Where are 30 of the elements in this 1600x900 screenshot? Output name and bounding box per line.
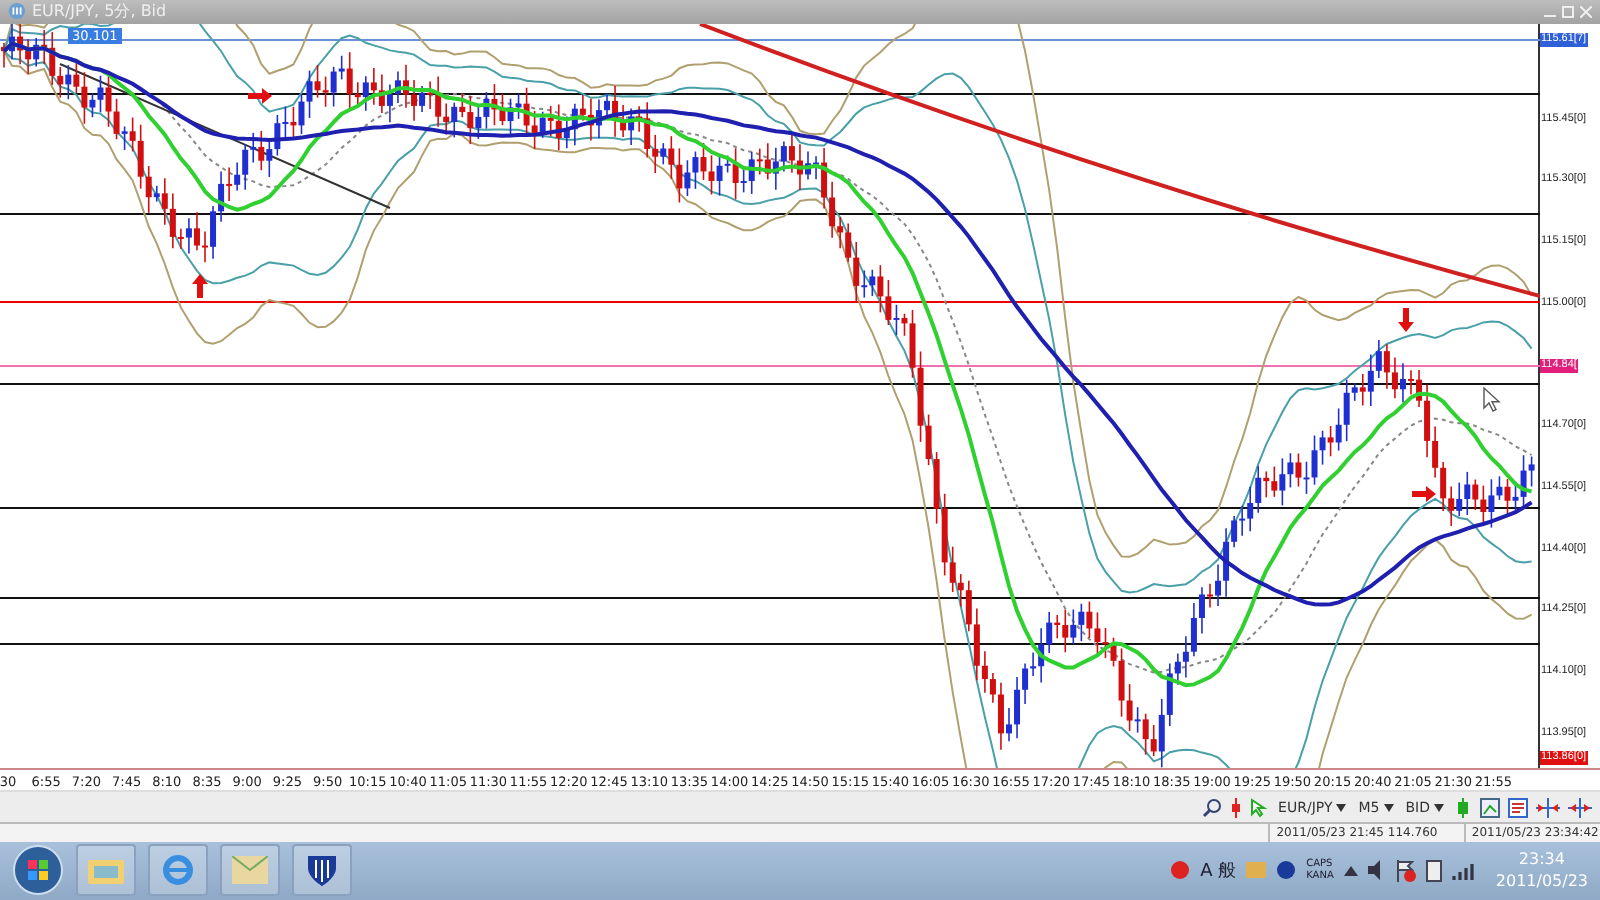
shield-icon bbox=[306, 852, 338, 889]
signal-arrow-icon bbox=[192, 273, 208, 298]
signal-arrow-icon bbox=[1398, 307, 1414, 332]
caret-icon bbox=[1336, 803, 1347, 812]
zoom-icon[interactable] bbox=[1202, 797, 1223, 818]
tray-app-icon[interactable] bbox=[1170, 860, 1191, 881]
mouse-cursor-icon bbox=[1483, 385, 1501, 412]
flag-icon[interactable] bbox=[1395, 859, 1416, 882]
cursor-tool-icon[interactable] bbox=[1250, 797, 1269, 818]
window-list-icon[interactable] bbox=[1508, 797, 1528, 818]
chart-window-icon[interactable] bbox=[1480, 797, 1500, 818]
shrink-icon[interactable] bbox=[1568, 797, 1592, 818]
caret-icon bbox=[1383, 803, 1394, 812]
start-button-icon[interactable] bbox=[12, 844, 64, 897]
caret-icon bbox=[1434, 803, 1444, 812]
trading-app-taskbar-button[interactable] bbox=[292, 844, 352, 897]
speaker-icon[interactable] bbox=[1367, 860, 1386, 881]
expand-icon[interactable] bbox=[1536, 797, 1560, 818]
app-logo-icon bbox=[8, 2, 26, 21]
ime-indicator[interactable]: A 般 bbox=[1200, 857, 1237, 884]
folder-icon bbox=[88, 856, 124, 885]
envelope-icon bbox=[232, 856, 268, 885]
browser-e-icon bbox=[160, 852, 196, 889]
show-hidden-icon[interactable] bbox=[1343, 865, 1358, 876]
candle-tool-icon[interactable] bbox=[1230, 797, 1243, 818]
signal-bars-icon[interactable] bbox=[1451, 861, 1474, 880]
signal-arrow-icon bbox=[248, 87, 272, 104]
signal-arrow-icon bbox=[1412, 485, 1436, 502]
window-title: EUR/JPY, 5分, Bid bbox=[32, 0, 169, 23]
candle-chart-icon[interactable] bbox=[1454, 797, 1472, 818]
